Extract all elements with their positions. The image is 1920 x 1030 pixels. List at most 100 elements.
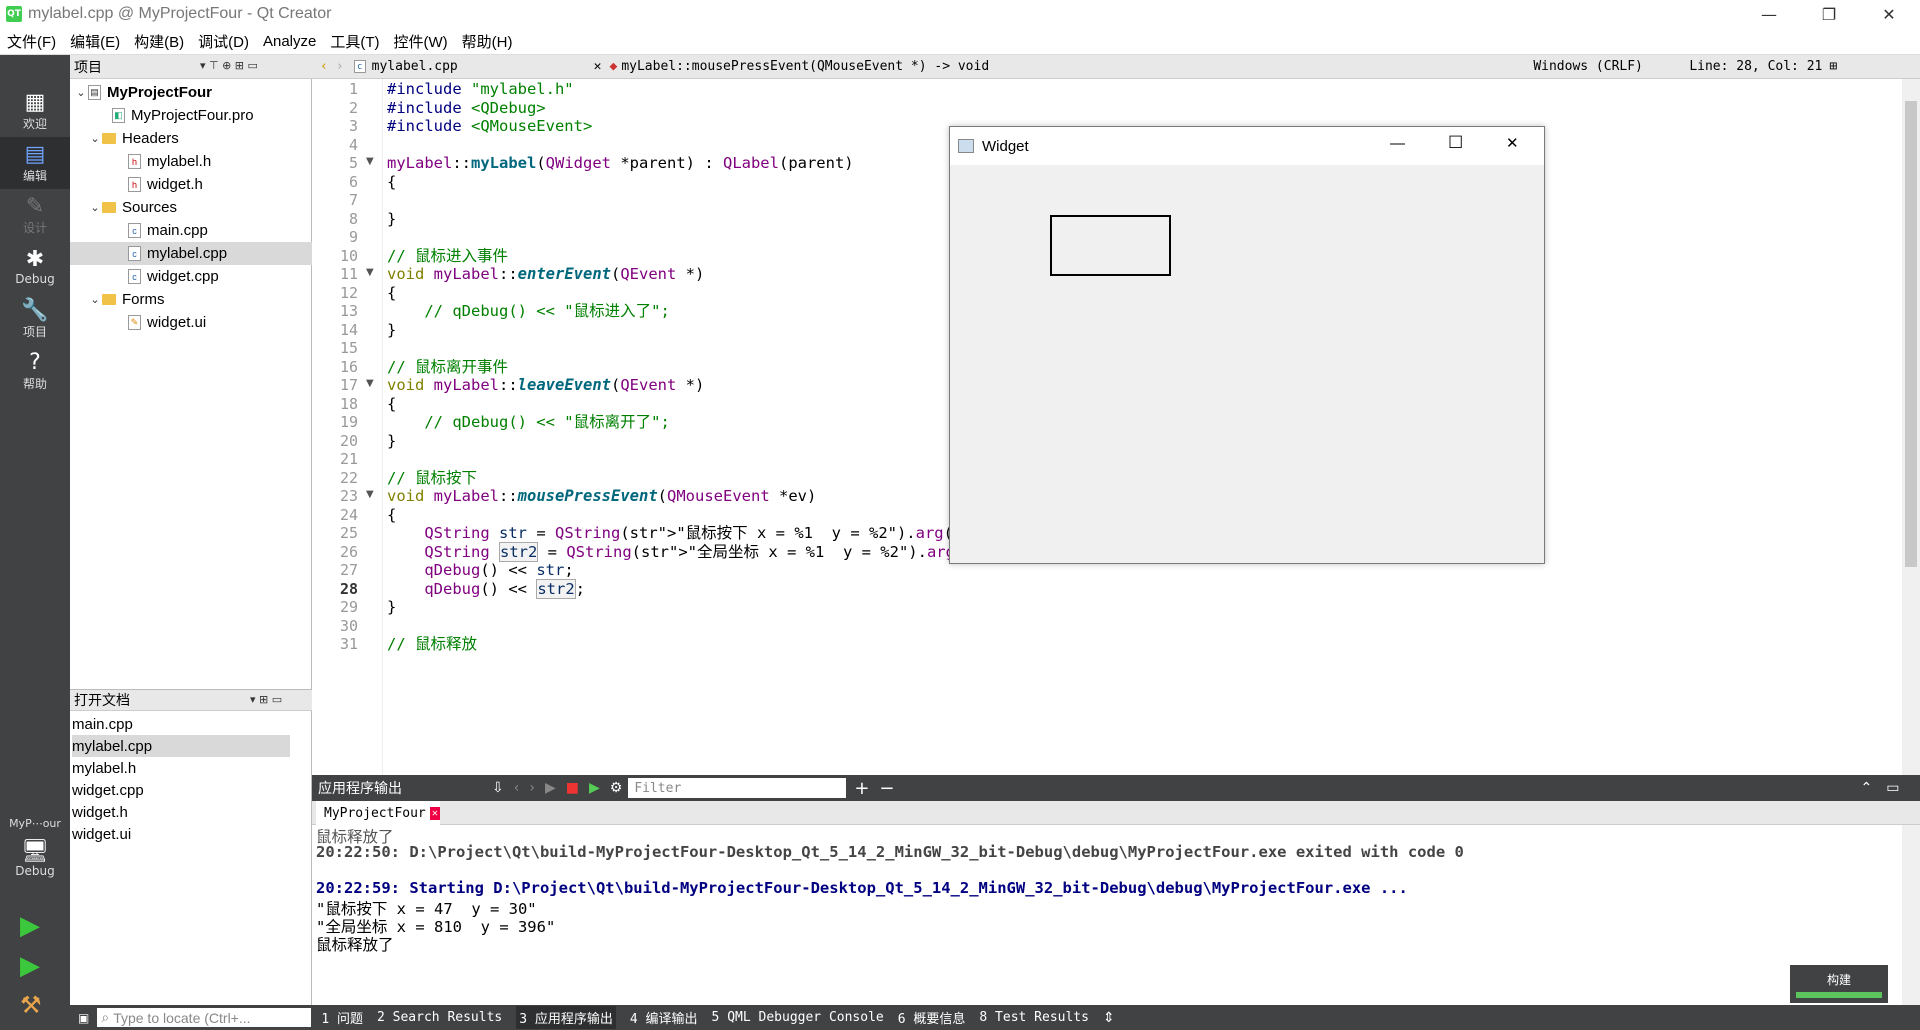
chevron-down-icon[interactable]: ⌄ [88,293,102,306]
close-file-icon[interactable]: ✕ [594,59,602,74]
scrollbar-thumb[interactable] [1905,101,1917,567]
more-tabs-icon[interactable]: ⇕ [1103,1010,1115,1026]
line-number: 17 [339,376,358,394]
open-doc-item[interactable]: widget.ui [72,823,290,845]
split-icon[interactable]: ⊞ [1829,59,1837,74]
status-tab-search[interactable]: 2 Search Results [377,1010,502,1025]
zoom-in-icon[interactable]: + [854,778,869,799]
fold-marker-icon[interactable]: ▼ [366,156,374,167]
tree-item-project[interactable]: ⌄ ▤ MyProjectFour [70,81,312,104]
stop-icon[interactable]: ■ [566,780,579,796]
menu-debug[interactable]: 调试(D) [191,31,256,52]
chevron-down-icon[interactable]: ⌄ [74,86,88,99]
tree-item-sources[interactable]: ⌄ Sources [70,196,312,219]
open-doc-item[interactable]: mylabel.cpp [72,735,290,757]
menu-tools[interactable]: 工具(T) [323,31,386,52]
forward-arrow-icon[interactable]: › [336,59,344,74]
menu-file[interactable]: 文件(F) [0,31,63,52]
tree-item-forms[interactable]: ⌄ Forms [70,288,312,311]
tree-item-widget-cpp[interactable]: c widget.cpp [70,265,312,288]
app-icon [958,139,974,153]
fold-marker-icon[interactable]: ▼ [366,489,374,500]
chevron-down-icon[interactable]: ⌄ [88,201,102,214]
open-doc-item[interactable]: widget.cpp [72,779,290,801]
run-icon[interactable]: ▶ [20,911,40,941]
locator-input[interactable]: ⌕ Type to locate (Ctrl+... [97,1008,312,1027]
minimize-button[interactable]: — [1740,0,1798,28]
rerun-icon[interactable]: ▶ [545,780,556,796]
tree-item-widget-h[interactable]: h widget.h [70,173,312,196]
editor-scrollbar[interactable] [1902,79,1920,775]
status-tab-qml[interactable]: 5 QML Debugger Console [712,1010,884,1025]
fold-marker-icon[interactable]: ▼ [366,267,374,278]
mode-edit[interactable]: ▤ 编辑 [0,137,70,189]
encoding-selector[interactable]: Windows (CRLF) [1533,59,1689,74]
fold-marker-icon[interactable]: ▼ [366,378,374,389]
menu-help[interactable]: 帮助(H) [455,31,520,52]
tree-item-pro[interactable]: ◧ MyProjectFour.pro [70,104,312,127]
tree-item-headers[interactable]: ⌄ Headers [70,127,312,150]
build-hammer-icon[interactable]: ⚒ [20,991,42,1019]
status-tab-issues[interactable]: 1 问题 [321,1008,363,1027]
status-tab-general[interactable]: 6 概要信息 [898,1008,966,1027]
build-progress: 构建 [1790,965,1888,1003]
mylabel-box[interactable] [1050,215,1171,276]
tree-item-mylabel-h[interactable]: h mylabel.h [70,150,312,173]
application-output[interactable]: 鼠标释放了 20:22:50: D:\Project\Qt\build-MyPro… [312,825,1902,1005]
tree-item-main-cpp[interactable]: c main.cpp [70,219,312,242]
prev-icon[interactable]: ‹ [514,780,520,796]
tree-item-mylabel-cpp[interactable]: c mylabel.cpp [70,242,312,265]
output-tab[interactable]: MyProjectFour ✕ [316,801,440,825]
menu-build[interactable]: 构建(B) [127,31,191,52]
panel-dropdown-icon[interactable]: ▾ ⊞ ▭ [250,693,282,706]
widget-window[interactable]: Widget — ☐ ✕ [949,126,1545,564]
header-file-icon: h [128,154,141,169]
open-doc-item[interactable]: widget.h [72,801,290,823]
mode-projects[interactable]: 🔧 项目 [0,293,70,345]
debug-run-icon[interactable]: ▶ [20,951,40,981]
widget-maximize-button[interactable]: ☐ [1448,133,1463,153]
close-tab-icon[interactable]: ✕ [429,806,440,820]
attach-icon[interactable]: ⇩ [492,780,504,796]
output-filter-input[interactable]: Filter [628,778,847,798]
status-tab-compile[interactable]: 4 编译输出 [630,1008,698,1027]
debug-icon[interactable]: ▶ [589,780,600,796]
open-doc-item[interactable]: main.cpp [72,713,290,735]
open-doc-item[interactable]: mylabel.h [72,757,290,779]
file-selector[interactable]: mylabel.cpp [372,59,586,74]
mode-help[interactable]: ? 帮助 [0,345,70,397]
back-arrow-icon[interactable]: ‹ [320,59,328,74]
status-tab-tests[interactable]: 8 Test Results [979,1010,1089,1025]
output-scrollbar[interactable] [1902,825,1920,1005]
code-line: void myLabel::leaveEvent(QEvent *) [387,376,705,394]
panel-dropdown-icon[interactable]: ▾ ⊤ ⊕ ⊞ ▭ [200,59,258,72]
widget-title: Widget [982,137,1029,155]
widget-close-button[interactable]: ✕ [1506,134,1519,152]
menu-edit[interactable]: 编辑(E) [63,31,127,52]
status-tab-app-output[interactable]: 3 应用程序输出 [516,1006,616,1029]
chevron-down-icon[interactable]: ⌄ [88,132,102,145]
settings-gear-icon[interactable]: ⚙ [610,780,623,796]
widget-minimize-button[interactable]: — [1390,135,1405,152]
kit-selector[interactable]: 🖥 Debug [0,833,70,885]
restore-button[interactable]: ❐ [1800,0,1858,28]
mode-debug[interactable]: ✱ Debug [0,241,70,293]
code-line: { [387,172,397,191]
mode-welcome[interactable]: ▦ 欢迎 [0,85,70,137]
menu-widgets[interactable]: 控件(W) [387,31,455,52]
close-button[interactable]: ✕ [1860,0,1918,28]
next-icon[interactable]: › [529,780,535,796]
close-panel-icon[interactable]: ▭ [1886,780,1899,796]
title-bar: QT mylabel.cpp @ MyProjectFour - Qt Crea… [0,0,1920,28]
cursor-position[interactable]: Line: 28, Col: 21 [1689,59,1829,74]
zoom-out-icon[interactable]: − [879,778,894,799]
code-line: } [387,431,397,450]
toggle-sidebar-icon[interactable]: ▣ [78,1011,89,1025]
symbol-selector[interactable]: myLabel::mousePressEvent(QMouseEvent *) … [621,59,1533,74]
tree-item-widget-ui[interactable]: ✎ widget.ui [70,311,312,334]
kit-project-name: MyP⋯our [9,817,61,830]
line-number: 19 [339,413,358,431]
menu-analyze[interactable]: Analyze [256,33,323,50]
maximize-panel-icon[interactable]: ⌃ [1861,780,1873,796]
mode-design[interactable]: ✎ 设计 [0,189,70,241]
